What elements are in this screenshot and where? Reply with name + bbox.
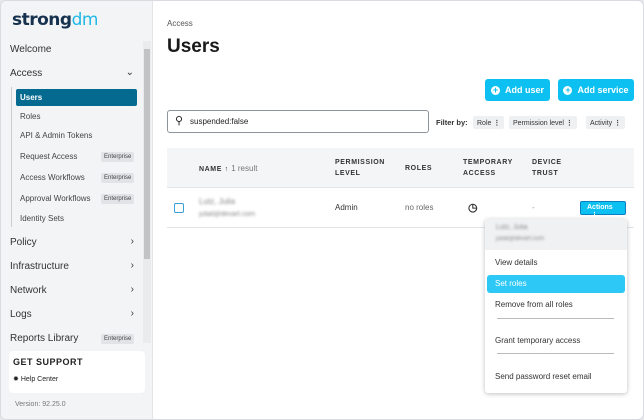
menu-user-header: Lutz, Julia juliat@devart.com xyxy=(485,219,627,250)
main-content: Access Users + Add user + Add service ⚲ sus… xyxy=(153,1,643,419)
permission-level: Admin xyxy=(335,203,358,212)
sidebar-item-welcome[interactable]: Welcome xyxy=(10,44,134,55)
label: Add user xyxy=(504,85,544,95)
actions-menu: Lutz, Julia juliat@devart.com View detai… xyxy=(485,219,627,393)
device-trust: - xyxy=(532,203,535,212)
enterprise-badge: Enterprise xyxy=(101,152,135,162)
version-text: Version: 92.25.0 xyxy=(15,401,66,408)
logo: strongdm xyxy=(12,10,98,30)
enterprise-badge: Enterprise xyxy=(101,173,135,183)
enterprise-badge: Enterprise xyxy=(101,334,135,344)
support-panel: GET SUPPORT ✹ Help Center xyxy=(9,351,145,393)
row-checkbox[interactable] xyxy=(174,203,184,213)
sidebar: strongdm Welcome Access ⌄ Users Roles API… xyxy=(1,1,153,419)
divider xyxy=(11,87,12,227)
sidebar-item-logs[interactable]: Logs › xyxy=(10,308,134,320)
menu-item-remove-from-all-roles[interactable]: Remove from all roles xyxy=(495,300,573,309)
label: Logs xyxy=(10,309,32,320)
menu-item-view-details[interactable]: View details xyxy=(495,258,538,267)
clock-icon: ◷ xyxy=(468,202,478,214)
kebab-icon: ⋮ xyxy=(565,120,573,127)
sidebar-item-policy[interactable]: Policy › xyxy=(10,236,134,248)
kebab-icon: ⋮ xyxy=(493,120,501,127)
chevron-right-icon: › xyxy=(130,308,134,319)
label: Set roles xyxy=(495,279,527,288)
label: Policy xyxy=(10,237,37,248)
help-icon: ✹ xyxy=(13,376,19,383)
sidebar-item-approval-workflows[interactable]: Approval Workflows xyxy=(20,194,91,203)
label: Help Center xyxy=(20,376,59,383)
label: Network xyxy=(10,285,47,296)
chevron-right-icon: › xyxy=(130,284,134,295)
header-device-trust: DEVICE TRUST xyxy=(532,159,562,177)
page-title: Users xyxy=(167,36,220,57)
label: Access xyxy=(10,68,43,79)
add-service-button[interactable]: + Add service xyxy=(558,79,634,101)
label: Actions xyxy=(587,204,613,211)
label: Activity xyxy=(590,120,613,127)
user-name[interactable]: Lutz, Julia xyxy=(199,197,235,206)
sidebar-item-infrastructure[interactable]: Infrastructure › xyxy=(10,260,134,272)
divider xyxy=(497,353,614,354)
header-name[interactable]: NAME ↑ 1 result xyxy=(199,163,257,175)
sidebar-item-access[interactable]: Access ⌄ xyxy=(10,67,134,79)
support-title: GET SUPPORT xyxy=(13,357,84,367)
roles: no roles xyxy=(405,203,434,212)
breadcrumb[interactable]: Access xyxy=(167,19,193,28)
kebab-icon: ⋮ xyxy=(614,120,622,127)
sidebar-item-api-tokens[interactable]: API & Admin Tokens xyxy=(20,131,92,140)
divider xyxy=(497,318,614,319)
plus-icon: + xyxy=(490,84,500,95)
filter-role[interactable]: Role ⋮ xyxy=(473,116,505,129)
app-window: strongdm Welcome Access ⌄ Users Roles API… xyxy=(0,0,644,420)
filter-label: Filter by: xyxy=(436,118,468,127)
table-header: NAME ↑ 1 result PERMISSION LEVEL ROLES TE… xyxy=(167,148,634,188)
scrollbar-thumb[interactable] xyxy=(144,49,150,259)
sidebar-item-request-access[interactable]: Request Access xyxy=(20,152,77,161)
sort-up-icon: ↑ xyxy=(224,166,229,173)
filter-activity[interactable]: Activity ⋮ xyxy=(586,116,626,129)
header-roles: ROLES xyxy=(405,165,433,172)
add-user-button[interactable]: + Add user xyxy=(485,79,550,101)
header-temporary-access: TEMPORARY ACCESS xyxy=(463,159,513,177)
chevron-right-icon: › xyxy=(130,236,134,247)
search-input[interactable]: ⚲ suspended:false xyxy=(167,110,429,133)
label: Role xyxy=(477,120,492,127)
search-icon: ⚲ xyxy=(175,115,184,127)
actions-button[interactable]: Actions ⋮ xyxy=(580,201,626,219)
label: Infrastructure xyxy=(10,261,69,272)
header-permission-level: PERMISSION LEVEL xyxy=(335,159,385,177)
chevron-right-icon: › xyxy=(130,260,134,271)
menu-item-grant-temporary-access[interactable]: Grant temporary access xyxy=(495,336,580,345)
chevron-down-icon: ⌄ xyxy=(125,67,134,78)
sidebar-item-identity-sets[interactable]: Identity Sets xyxy=(20,214,64,223)
user-email: juliat@devart.com xyxy=(199,211,256,218)
label: Add service xyxy=(577,85,629,95)
plus-icon: + xyxy=(563,84,573,95)
kebab-icon: ⋮ xyxy=(591,212,598,219)
sidebar-item-network[interactable]: Network › xyxy=(10,284,134,296)
help-center-link[interactable]: ✹ Help Center xyxy=(13,375,58,383)
label: Permission level xyxy=(513,120,564,127)
result-count: 1 result xyxy=(231,164,258,173)
label: NAME xyxy=(199,166,223,173)
search-value: suspended:false xyxy=(190,117,249,126)
sidebar-item-access-workflows[interactable]: Access Workflows xyxy=(20,173,85,182)
sidebar-item-roles[interactable]: Roles xyxy=(20,112,40,121)
filter-permission-level[interactable]: Permission level ⋮ xyxy=(509,116,577,129)
menu-item-set-roles[interactable]: Set roles xyxy=(487,275,625,293)
menu-item-send-password-reset[interactable]: Send password reset email xyxy=(495,372,592,381)
sidebar-item-users[interactable]: Users xyxy=(16,89,137,106)
enterprise-badge: Enterprise xyxy=(101,194,135,204)
